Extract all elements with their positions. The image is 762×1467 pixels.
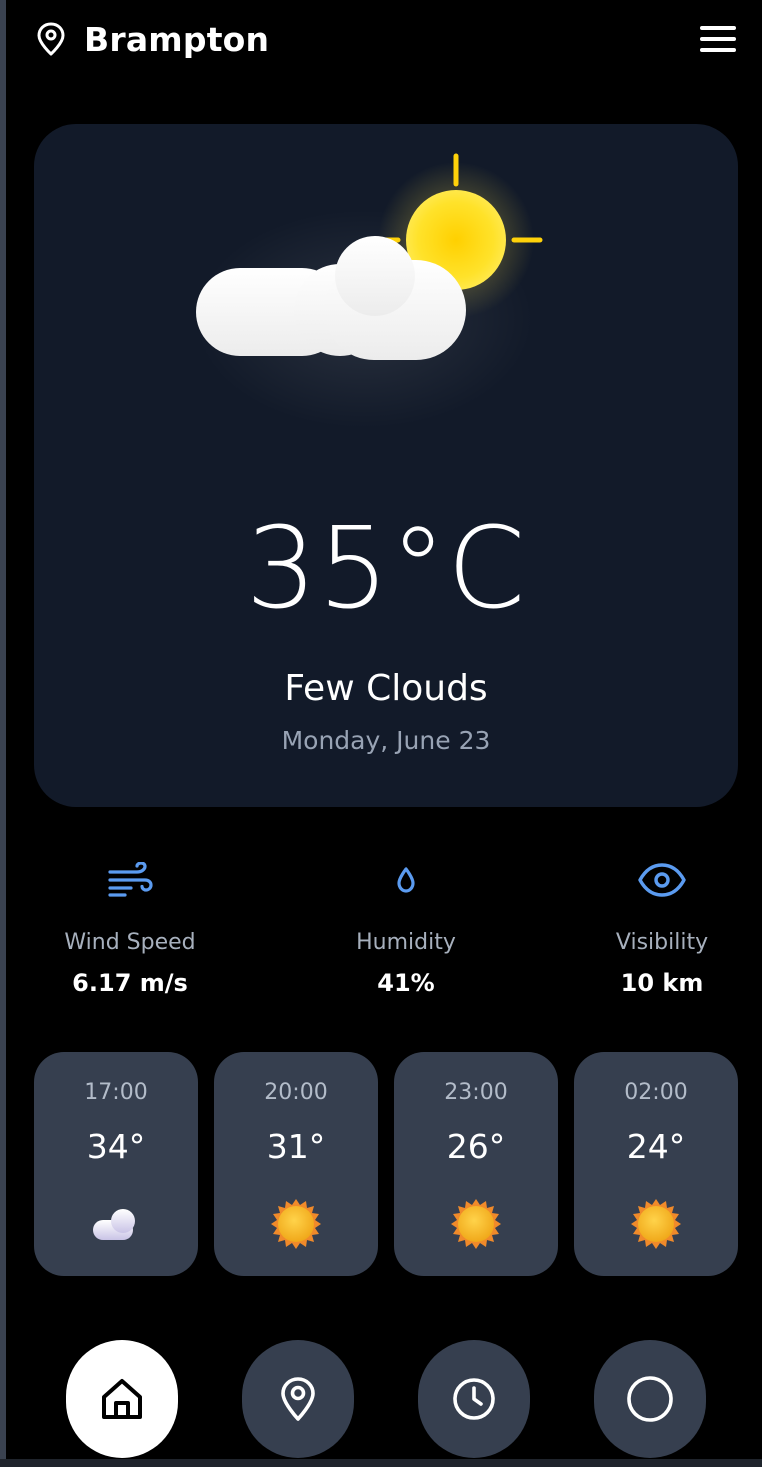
current-date: Monday, June 23 [281, 726, 491, 755]
hourly-temperature: 24° [626, 1127, 686, 1166]
clock-icon [453, 1378, 495, 1420]
hourly-temperature: 31° [266, 1127, 326, 1166]
window-edge-bottom [0, 1459, 762, 1467]
circle-icon [627, 1376, 673, 1422]
hamburger-menu-icon[interactable] [698, 22, 738, 56]
map-pin-icon [37, 22, 65, 56]
nav-more-button[interactable] [594, 1340, 706, 1458]
wind-icon [108, 862, 153, 897]
sun-icon [451, 1199, 501, 1249]
hourly-card[interactable]: 23:00 26° [394, 1052, 558, 1276]
hourly-time: 20:00 [264, 1080, 328, 1105]
map-pin-icon [281, 1377, 315, 1421]
app-header: Brampton [36, 14, 738, 64]
nav-history-button[interactable] [418, 1340, 530, 1458]
weather-stats: Wind Speed 6.17 m/s Humidity 41% Visibil… [40, 852, 740, 1012]
sun-icon [271, 1199, 321, 1249]
hourly-temperature: 26° [446, 1127, 506, 1166]
city-name: Brampton [84, 19, 270, 59]
hourly-time: 23:00 [444, 1080, 508, 1105]
stat-value: 6.17 m/s [72, 969, 188, 997]
hourly-card[interactable]: 20:00 31° [214, 1052, 378, 1276]
eye-icon [638, 863, 686, 897]
bottom-navigation [0, 1338, 762, 1462]
stat-humidity: Humidity 41% [306, 852, 506, 997]
stat-value: 41% [377, 969, 435, 997]
hourly-card[interactable]: 02:00 24° [574, 1052, 738, 1276]
hourly-card[interactable]: 17:00 34° [34, 1052, 198, 1276]
stat-label: Visibility [615, 930, 709, 955]
home-icon [102, 1379, 142, 1419]
window-edge [0, 0, 6, 1467]
weather-condition: Few Clouds [284, 668, 488, 709]
stat-label: Humidity [356, 930, 456, 955]
droplet-icon [397, 867, 415, 893]
sun-icon [631, 1199, 681, 1249]
hourly-time: 17:00 [84, 1080, 148, 1105]
stat-visibility: Visibility 10 km [562, 852, 762, 997]
stat-label: Wind Speed [64, 930, 196, 955]
hourly-temperature: 34° [86, 1127, 146, 1166]
current-weather-card: 35°C Few Clouds Monday, June 23 [34, 124, 738, 807]
sun-behind-cloud-icon [194, 153, 543, 429]
hourly-time: 02:00 [624, 1080, 688, 1105]
current-temperature: 35°C [245, 504, 527, 634]
nav-location-button[interactable] [242, 1340, 354, 1458]
nav-home-button[interactable] [66, 1340, 178, 1458]
location-selector[interactable]: Brampton [36, 20, 269, 59]
hourly-forecast: 17:00 34° 20:00 31° 23:00 26° 02:00 24° [34, 1052, 738, 1276]
cloud-icon [93, 1209, 135, 1240]
stat-value: 10 km [620, 969, 704, 997]
stat-wind-speed: Wind Speed 6.17 m/s [30, 852, 230, 997]
